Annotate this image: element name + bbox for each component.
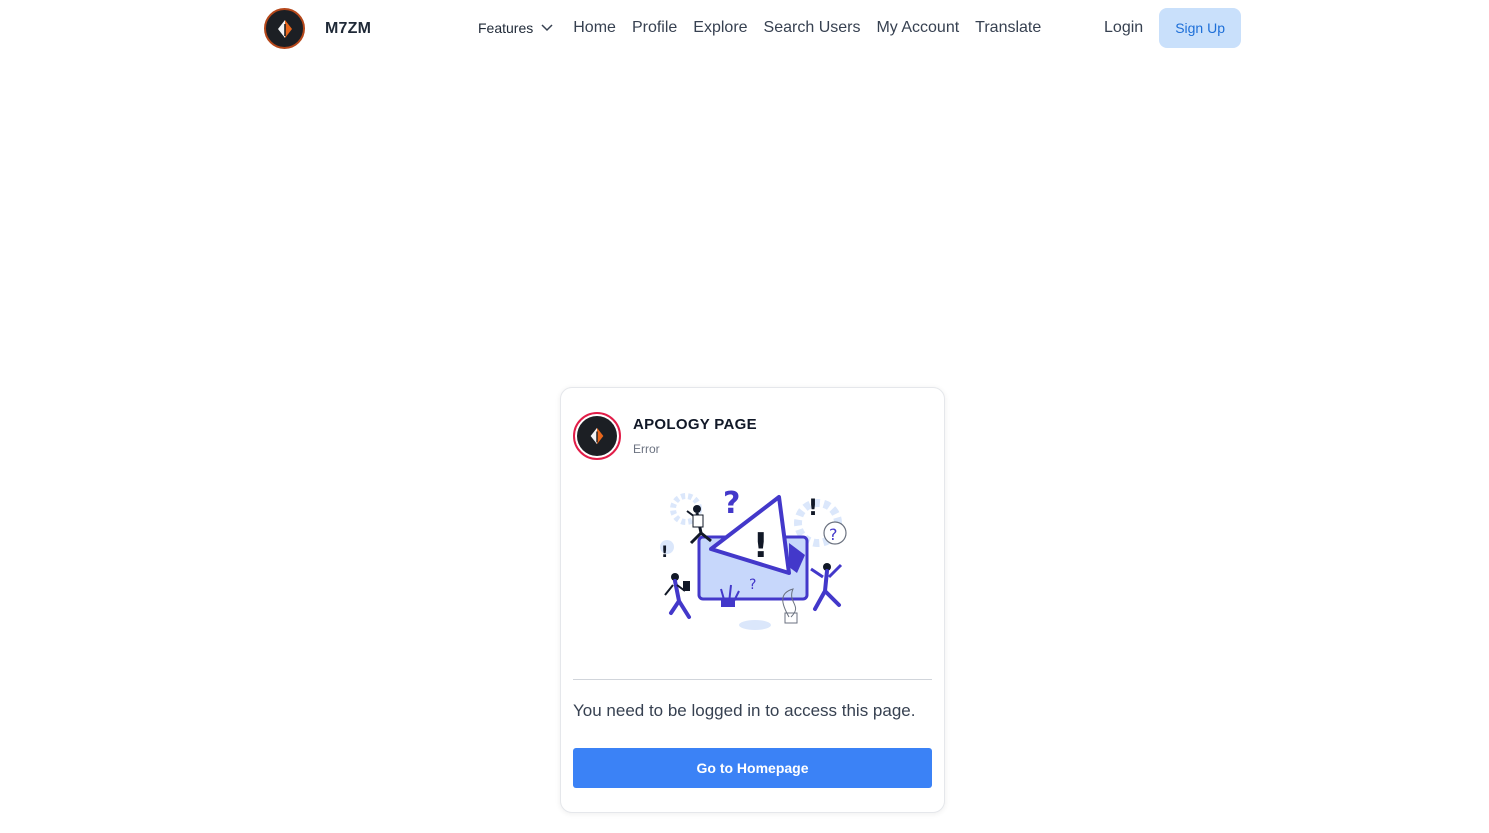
- svg-text:!: !: [753, 526, 769, 566]
- logo-icon: [277, 19, 292, 38]
- brand-logo[interactable]: [264, 8, 305, 49]
- features-label: Features: [478, 20, 534, 36]
- brand[interactable]: M7ZM: [264, 8, 371, 49]
- auth-actions: Login Sign Up: [1104, 8, 1241, 48]
- main-nav: Features Home Profile Explore Search Use…: [478, 0, 1057, 56]
- chevron-down-icon: [541, 24, 553, 32]
- svg-text:?: ?: [723, 486, 740, 521]
- nav-home[interactable]: Home: [573, 19, 616, 37]
- error-message: You need to be logged in to access this …: [573, 701, 916, 720]
- login-link[interactable]: Login: [1104, 19, 1143, 37]
- nav-search-users[interactable]: Search Users: [764, 19, 861, 37]
- svg-text:!: !: [661, 542, 668, 561]
- card-title: APOLOGY PAGE: [633, 416, 757, 433]
- nav-explore[interactable]: Explore: [693, 19, 747, 37]
- card-header: APOLOGY PAGE Error: [573, 412, 757, 460]
- avatar: [573, 412, 621, 460]
- logo-icon: [590, 427, 604, 445]
- nav-translate[interactable]: Translate: [975, 19, 1041, 37]
- top-navbar: M7ZM Features Home Profile Explore Searc…: [0, 0, 1489, 56]
- svg-text:?: ?: [829, 525, 838, 544]
- svg-text:!: !: [808, 496, 818, 521]
- svg-text:?: ?: [749, 577, 756, 593]
- nav-profile[interactable]: Profile: [632, 19, 677, 37]
- nav-my-account[interactable]: My Account: [876, 19, 959, 37]
- card-divider: [573, 679, 932, 680]
- signup-button[interactable]: Sign Up: [1159, 8, 1241, 48]
- features-dropdown[interactable]: Features: [478, 20, 553, 36]
- avatar-logo: [577, 416, 617, 456]
- apology-card: APOLOGY PAGE Error ? ! ? ! ? ! You need …: [560, 387, 945, 813]
- brand-name[interactable]: M7ZM: [325, 20, 371, 38]
- error-illustration: ? ! ? ! ? !: [660, 486, 847, 630]
- card-subtitle: Error: [633, 442, 660, 456]
- go-to-homepage-button[interactable]: Go to Homepage: [573, 748, 932, 788]
